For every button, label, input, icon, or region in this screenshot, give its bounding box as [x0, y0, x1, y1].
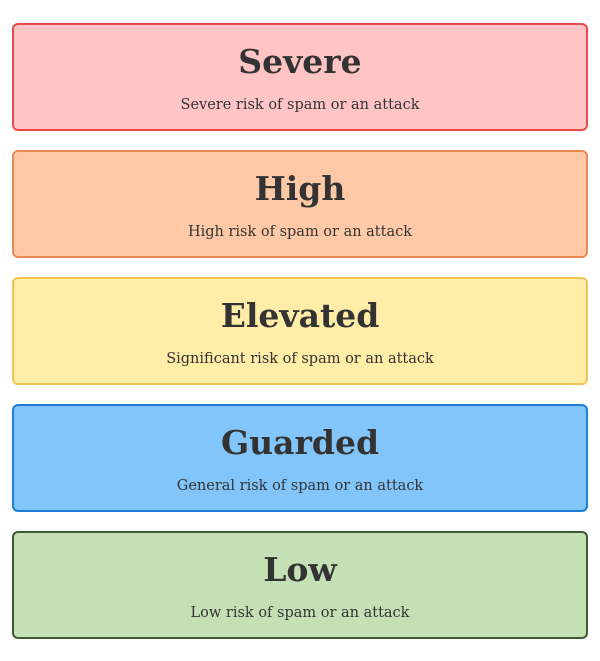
threat-level-severe: Severe Severe risk of spam or an attack	[12, 23, 588, 131]
level-title: Elevated	[220, 296, 380, 335]
level-description: Severe risk of spam or an attack	[180, 97, 420, 113]
threat-level-list: Severe Severe risk of spam or an attack …	[12, 23, 588, 639]
threat-level-elevated: Elevated Significant risk of spam or an …	[12, 277, 588, 385]
level-description: General risk of spam or an attack	[176, 478, 424, 494]
level-title: Guarded	[220, 423, 380, 462]
level-description: Significant risk of spam or an attack	[166, 351, 434, 367]
threat-level-low: Low Low risk of spam or an attack	[12, 531, 588, 639]
level-description: High risk of spam or an attack	[187, 224, 413, 240]
level-title: Low	[263, 550, 337, 589]
threat-level-high: High High risk of spam or an attack	[12, 150, 588, 258]
level-title: High	[254, 169, 346, 208]
level-description: Low risk of spam or an attack	[190, 605, 410, 621]
threat-level-guarded: Guarded General risk of spam or an attac…	[12, 404, 588, 512]
level-title: Severe	[238, 42, 362, 81]
